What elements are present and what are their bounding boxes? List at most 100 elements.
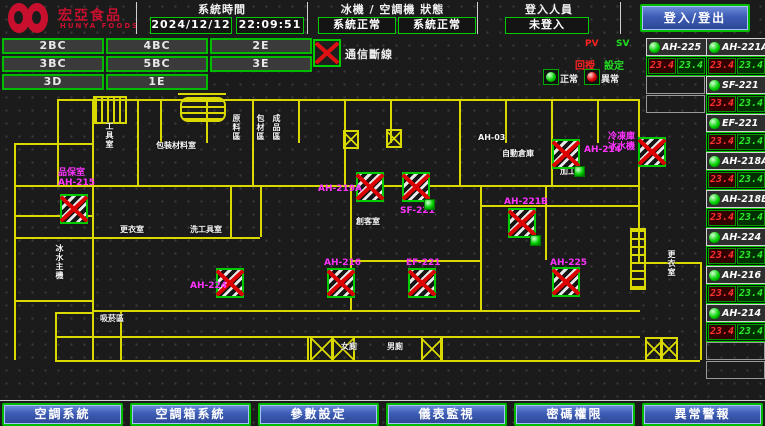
floor-button-5bc[interactable]: 5BC: [106, 56, 208, 72]
wall-segment: [160, 99, 162, 143]
equipment-values-ah-216: 23.423.4: [706, 284, 765, 304]
status-led-icon: [649, 42, 660, 53]
wall-segment: [206, 99, 208, 143]
fan-device-ah-221b[interactable]: [508, 208, 536, 238]
room-label: 更衣室: [666, 250, 677, 277]
status-led-icon: [709, 232, 720, 243]
floor-button-4bc[interactable]: 4BC: [106, 38, 208, 54]
equipment-values-ah-214: 23.423.4: [706, 322, 765, 342]
equipment-name: AH-218A: [722, 156, 765, 167]
wall-segment: [55, 360, 700, 362]
wall-segment: [390, 99, 392, 143]
pv-value: 23.4: [648, 58, 676, 74]
normal-label: 正常: [560, 72, 578, 85]
wall-segment: [545, 185, 547, 260]
equipment-row-ah-218a[interactable]: AH-218A: [706, 152, 765, 170]
comm-loss-icon: [313, 39, 341, 67]
wall-segment: [55, 336, 640, 338]
status-led-icon: [709, 118, 720, 129]
device-label-ah-214-fan: AH-214: [584, 145, 621, 155]
fan-device-ah-225-fan[interactable]: [552, 267, 580, 297]
system-clock-value: 22:09:51: [236, 17, 304, 34]
equipment-values-ah-218b: 23.423.4: [706, 208, 765, 228]
wall-segment: [55, 312, 92, 314]
equipment-row-ah-214[interactable]: AH-214: [706, 304, 765, 322]
wall-segment: [92, 99, 94, 143]
wall-segment: [55, 312, 57, 360]
system-date-value: 2024/12/12: [150, 17, 232, 34]
wall-segment: [480, 205, 638, 207]
nav-button-password-access[interactable]: 密碼權限: [514, 403, 635, 426]
fan-device-ah-215[interactable]: [60, 194, 88, 224]
sv-value: 23.4: [737, 134, 765, 150]
equipment-name: AH-218B: [722, 194, 765, 205]
wall-segment: [700, 262, 702, 360]
pv-value: 23.4: [708, 58, 736, 74]
fan-device-ah-224-fan[interactable]: [216, 268, 244, 298]
fan-device-ah-219a[interactable]: [356, 172, 384, 202]
sv-value: 23.4: [737, 58, 765, 74]
sv-value: 23.4: [737, 210, 765, 226]
floor-button-1e[interactable]: 1E: [106, 74, 208, 90]
equipment-row-ah-221a[interactable]: AH-221A: [706, 38, 765, 56]
room-label: AH-03: [478, 133, 505, 142]
equipment-values-ah-218a: 23.423.4: [706, 170, 765, 190]
equipment-row-sf-221[interactable]: SF-221: [706, 76, 765, 94]
fan-device-sf-221-fan[interactable]: [402, 172, 430, 202]
wall-segment: [230, 185, 232, 237]
wall-segment: [57, 99, 59, 185]
wall-segment: [57, 99, 638, 101]
status-led-icon: [709, 156, 720, 167]
room-label: 原料區: [231, 114, 242, 141]
damper-hatch-icon: [310, 336, 334, 362]
status-led-icon: [709, 270, 720, 281]
equipment-row-ah-224[interactable]: AH-224: [706, 228, 765, 246]
system-time-label: 系統時間: [137, 1, 307, 17]
nav-button-parameter-settings[interactable]: 參數設定: [258, 403, 379, 426]
sv-value: 23.4: [737, 96, 765, 112]
room-label: 洗工具室: [190, 224, 222, 235]
room-label: 女廁: [341, 341, 357, 352]
wall-segment: [505, 99, 507, 143]
login-logout-button[interactable]: 登入/登出: [640, 4, 750, 32]
status-led-icon: [709, 80, 720, 91]
room-label: 男廁: [387, 341, 403, 352]
fan-device-chiller-unit[interactable]: [638, 137, 666, 167]
company-logo-icon: [8, 3, 54, 33]
equipment-name: AH-224: [722, 232, 761, 243]
equipment-row-ah-218b[interactable]: AH-218B: [706, 190, 765, 208]
nav-button-ac-system[interactable]: 空調系統: [2, 403, 123, 426]
pv-value: 23.4: [708, 134, 736, 150]
company-name-en: HUNYA FOODS: [60, 22, 139, 30]
normal-led-icon: [543, 69, 559, 85]
floor-button-3bc[interactable]: 3BC: [2, 56, 104, 72]
nav-button-alarm[interactable]: 異常警報: [642, 403, 763, 426]
room-label: 包材區: [255, 114, 266, 141]
fan-device-ah-214-fan[interactable]: [552, 139, 580, 169]
fan-device-ef-221-fan[interactable]: [408, 268, 436, 298]
status-led-icon: [709, 194, 720, 205]
stairs-icon: [93, 96, 127, 124]
device-label-chiller-unit: 冷凍庫 冰水機: [608, 132, 635, 152]
floor-button-3d[interactable]: 3D: [2, 74, 104, 90]
equipment-values-ah-225: 23.423.4: [646, 56, 707, 76]
room-label: 創客室: [356, 216, 380, 227]
nav-button-meter-monitor[interactable]: 儀表監視: [386, 403, 507, 426]
equipment-row-ah-225[interactable]: AH-225: [646, 38, 707, 56]
floor-button-3e[interactable]: 3E: [210, 56, 312, 72]
fan-device-ah-216-fan[interactable]: [327, 268, 355, 298]
hmi-screen: { "header": { "logo": {"name": "宏亞食品", "…: [0, 0, 765, 426]
room-label: 成品區: [271, 114, 282, 141]
sv-value: 23.4: [677, 58, 705, 74]
floor-button-2bc[interactable]: 2BC: [2, 38, 104, 54]
equipment-row-ef-221[interactable]: EF-221: [706, 114, 765, 132]
damper-hatch-icon: [645, 337, 663, 361]
room-label: 工具室: [104, 122, 115, 149]
stairs-icon: [630, 228, 646, 290]
floor-button-2e[interactable]: 2E: [210, 38, 312, 54]
comm-loss-label: 通信斷線: [345, 46, 393, 62]
sv-value: 23.4: [737, 248, 765, 264]
nav-button-ahu-system[interactable]: 空調箱系統: [130, 403, 251, 426]
equipment-row-ah-216[interactable]: AH-216: [706, 266, 765, 284]
damper-hatch-icon: [343, 130, 359, 149]
